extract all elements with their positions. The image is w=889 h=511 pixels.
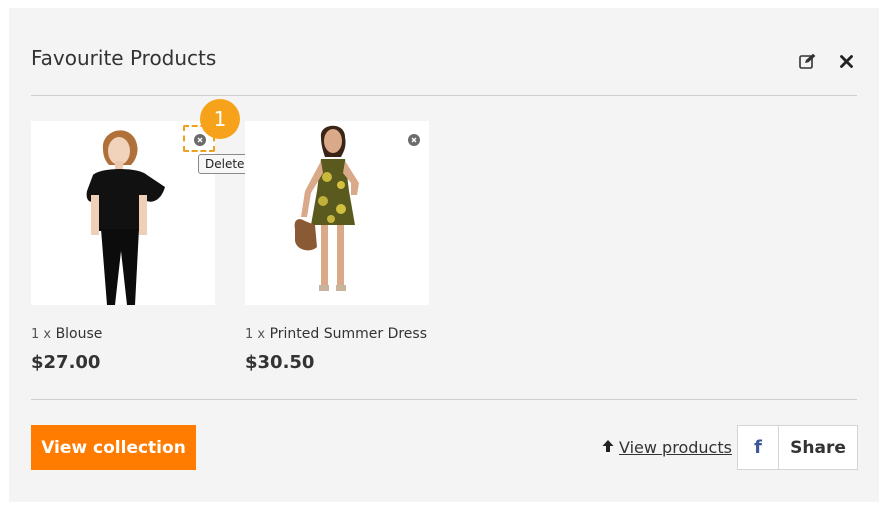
product-list: 1 Delete 1 x Blouse $27.00 1 x Printed S…: [31, 99, 429, 373]
view-products-link[interactable]: View products: [601, 438, 732, 457]
header-actions: [797, 50, 857, 72]
product-image-blouse[interactable]: [31, 121, 215, 305]
product-card: 1 Delete 1 x Blouse $27.00: [31, 99, 252, 373]
facebook-icon[interactable]: f: [738, 426, 779, 469]
edit-icon[interactable]: [797, 50, 819, 72]
product-qty: 1 x: [245, 327, 266, 342]
product-qty: 1 x: [31, 327, 52, 342]
delete-icon[interactable]: [408, 134, 420, 146]
product-card: 1 x Printed Summer Dress $30.50: [245, 121, 429, 373]
close-icon[interactable]: [835, 50, 857, 72]
delete-icon[interactable]: [194, 134, 206, 146]
share-button[interactable]: Share: [779, 426, 857, 469]
footer-divider: [31, 399, 857, 400]
view-products-label: View products: [619, 438, 732, 457]
product-price: $30.50: [245, 352, 315, 373]
view-collection-button[interactable]: View collection: [31, 425, 196, 470]
product-name: Printed Summer Dress: [269, 326, 428, 342]
favourite-products-panel: Favourite Products 1 Delete 1 x Blouse $…: [9, 8, 879, 502]
product-name: Blouse: [55, 326, 103, 342]
header-divider: [31, 95, 857, 96]
blouse-model-illustration: [31, 121, 215, 305]
delete-tooltip: Delete: [198, 154, 252, 174]
product-title[interactable]: 1 x Printed Summer Dress: [245, 326, 429, 342]
dress-model-illustration: [245, 121, 429, 305]
arrow-up-icon: [601, 438, 615, 457]
step-badge: 1: [200, 99, 240, 139]
share-group: f Share: [737, 425, 858, 470]
product-image-summer-dress[interactable]: [245, 121, 429, 305]
product-title[interactable]: 1 x Blouse: [31, 326, 215, 342]
panel-title: Favourite Products: [31, 46, 217, 70]
product-price: $27.00: [31, 352, 101, 373]
facebook-glyph: f: [754, 437, 762, 458]
